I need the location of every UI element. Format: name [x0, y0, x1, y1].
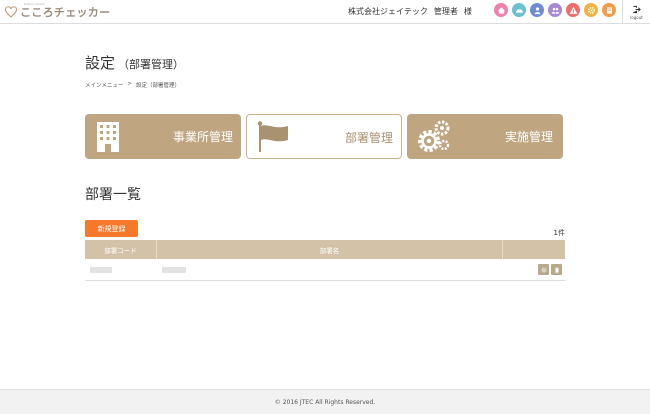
- trash-icon: [554, 266, 559, 273]
- table-header: 部署コード 部署名: [85, 240, 565, 259]
- building-icon: [97, 122, 119, 152]
- column-department-code: 部署コード: [85, 240, 157, 259]
- tile-department-management[interactable]: 部署管理: [246, 114, 402, 159]
- company-name: 株式会社ジェイテック: [348, 7, 428, 16]
- department-table: 部署コード 部署名: [85, 240, 565, 281]
- breadcrumb-current: 設定（部署管理）: [135, 83, 180, 89]
- gear-icon[interactable]: [584, 3, 598, 17]
- cell-actions: [503, 259, 565, 280]
- logout-label: logout: [630, 14, 643, 20]
- tile-implementation-label: 実施管理: [505, 130, 554, 144]
- delete-button[interactable]: [551, 264, 562, 275]
- user-name: 管理者: [433, 7, 458, 16]
- logo-text: こころチェッカー: [20, 6, 111, 19]
- table-row: [85, 259, 565, 281]
- department-list-title: 部署一覧: [85, 187, 141, 203]
- tile-implementation-management[interactable]: 実施管理: [407, 114, 563, 159]
- app-logo[interactable]: Kokoro Check こころチェッカー: [4, 2, 111, 21]
- tile-office-label: 事業所管理: [173, 130, 234, 144]
- tile-department-label: 部署管理: [345, 131, 394, 145]
- page-title-main: 設定: [85, 54, 116, 72]
- breadcrumb-main-menu[interactable]: メインメニュー: [85, 81, 123, 89]
- heart-logo-icon: [4, 6, 18, 18]
- record-count: 1件: [553, 229, 565, 237]
- gears-icon: [418, 120, 450, 152]
- new-registration-button[interactable]: 新規登録: [85, 220, 138, 237]
- footer: © 2016 JTEC All Rights Reserved.: [0, 389, 650, 414]
- header-icon-nav: [494, 3, 616, 17]
- page-title: 設定 （部署管理）: [85, 52, 184, 73]
- user-info: 株式会社ジェイテック 管理者 様: [348, 6, 472, 17]
- people-icon[interactable]: [548, 3, 562, 17]
- book-icon[interactable]: [602, 3, 616, 17]
- column-actions: [503, 240, 565, 259]
- logo-subtitle: Kokoro Check: [24, 2, 45, 6]
- cell-department-name: [157, 259, 503, 280]
- breadcrumb-separator: >: [127, 81, 132, 87]
- logout-icon: [633, 5, 641, 13]
- footer-copyright: © 2016 JTEC All Rights Reserved.: [274, 398, 376, 406]
- redacted-name: [162, 266, 186, 273]
- page-title-sub: （部署管理）: [118, 58, 185, 71]
- tile-office-management[interactable]: 事業所管理: [85, 114, 241, 159]
- edit-button[interactable]: [538, 264, 549, 275]
- person-icon[interactable]: [530, 3, 544, 17]
- cell-department-code: [85, 259, 157, 280]
- gear-icon: [541, 267, 546, 272]
- user-honorific: 様: [463, 7, 472, 16]
- redacted-code: [90, 266, 112, 273]
- warning-icon[interactable]: [566, 3, 580, 17]
- flag-icon: [257, 121, 288, 152]
- column-department-name: 部署名: [157, 240, 503, 259]
- top-header: Kokoro Check こころチェッカー 株式会社ジェイテック 管理者 様 l…: [0, 0, 650, 24]
- home-icon[interactable]: [494, 3, 508, 17]
- breadcrumb: メインメニュー > 設定（部署管理）: [85, 81, 180, 89]
- logout-button[interactable]: logout: [622, 0, 650, 24]
- cloud-icon[interactable]: [512, 3, 526, 17]
